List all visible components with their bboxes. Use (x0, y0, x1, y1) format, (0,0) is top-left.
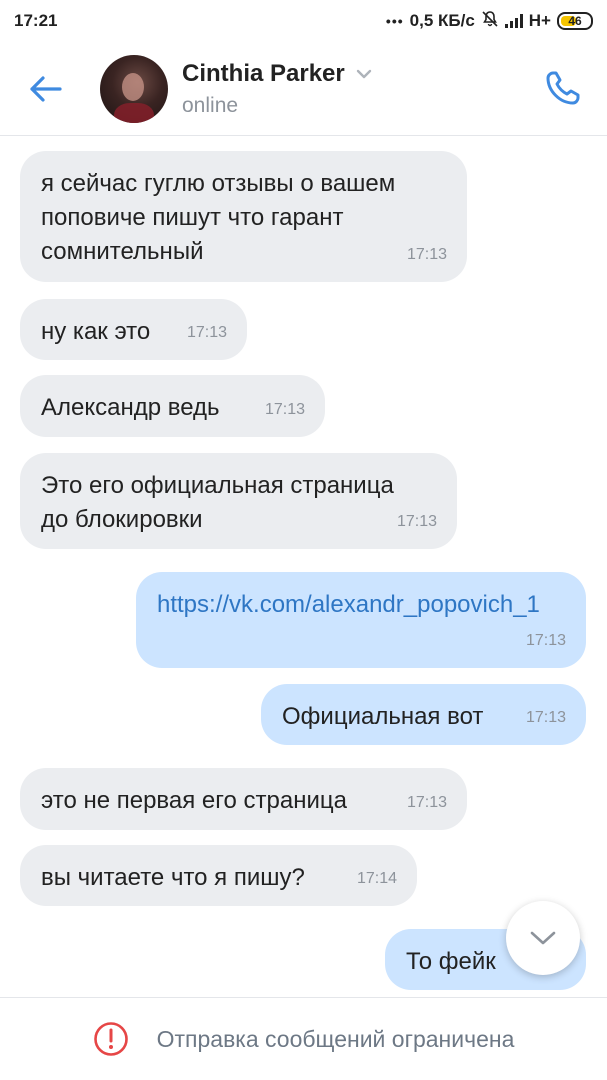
message-time: 17:13 (186, 324, 227, 341)
chat-header: Cinthia Parker online (0, 42, 607, 136)
message-text: вы читаете что я пишу? (41, 864, 305, 891)
message-time: 17:13 (525, 632, 566, 649)
message-bubble[interactable]: я сейчас гуглю отзывы о вашем поповиче п… (20, 151, 467, 282)
message-bubble[interactable]: это не первая его страница 17:13 (20, 768, 467, 830)
back-button[interactable] (0, 42, 92, 136)
status-icons: ••• 0,5 КБ/с H+ 46 (386, 10, 593, 33)
message-bubble[interactable]: Александр ведь 17:13 (20, 375, 325, 437)
message-bubble[interactable]: вы читаете что я пишу? 17:14 (20, 845, 417, 906)
contact-name: Cinthia Parker (182, 59, 345, 87)
chevron-down-icon (530, 931, 556, 945)
battery-level: 46 (568, 14, 582, 28)
messaging-restricted-bar: Отправка сообщений ограничена (0, 997, 607, 1080)
phone-icon (546, 71, 580, 105)
scroll-down-button[interactable] (506, 901, 580, 975)
message-time: 17:13 (406, 246, 447, 263)
status-bar: 17:21 ••• 0,5 КБ/с H+ 46 (0, 0, 607, 42)
message-bubble[interactable]: Это его официальная страница до блокиров… (20, 453, 457, 549)
message-time: 17:13 (406, 794, 447, 811)
call-button[interactable] (539, 66, 585, 112)
contact-title[interactable]: Cinthia Parker online (182, 60, 373, 118)
status-speed: 0,5 КБ/с (409, 11, 475, 30)
message-text: Это его официальная страница до блокиров… (41, 472, 394, 533)
message-time: 17:13 (396, 513, 437, 530)
message-list[interactable]: я сейчас гуглю отзывы о вашем поповиче п… (0, 137, 607, 997)
message-time: 17:14 (356, 870, 397, 887)
exclamation-circle-icon (93, 1022, 128, 1056)
avatar[interactable] (100, 54, 168, 123)
contact-status: online (182, 93, 239, 117)
message-text: Официальная вот (282, 703, 484, 730)
message-time: 17:13 (525, 709, 566, 726)
mute-icon (481, 10, 499, 33)
status-time: 17:21 (14, 11, 58, 30)
restriction-text: Отправка сообщений ограничена (156, 1025, 515, 1052)
message-bubble[interactable]: Официальная вот 17:13 (261, 684, 586, 745)
message-text: я сейчас гуглю отзывы о вашем поповиче п… (41, 170, 396, 265)
message-bubble[interactable]: ну как это 17:13 (20, 299, 247, 360)
chevron-down-icon (356, 69, 371, 78)
message-link[interactable]: https://vk.com/alexandr_popovich_1 (157, 588, 566, 622)
battery-icon: 46 (557, 12, 593, 30)
message-time: 17:13 (264, 401, 305, 418)
signal-icon (504, 14, 523, 28)
message-text: это не первая его страница (41, 787, 347, 814)
network-type: H+ (528, 11, 551, 30)
message-bubble[interactable]: https://vk.com/alexandr_popovich_1 17:13 (136, 572, 586, 668)
status-dots: ••• (385, 13, 404, 29)
arrow-left-icon (30, 75, 62, 102)
